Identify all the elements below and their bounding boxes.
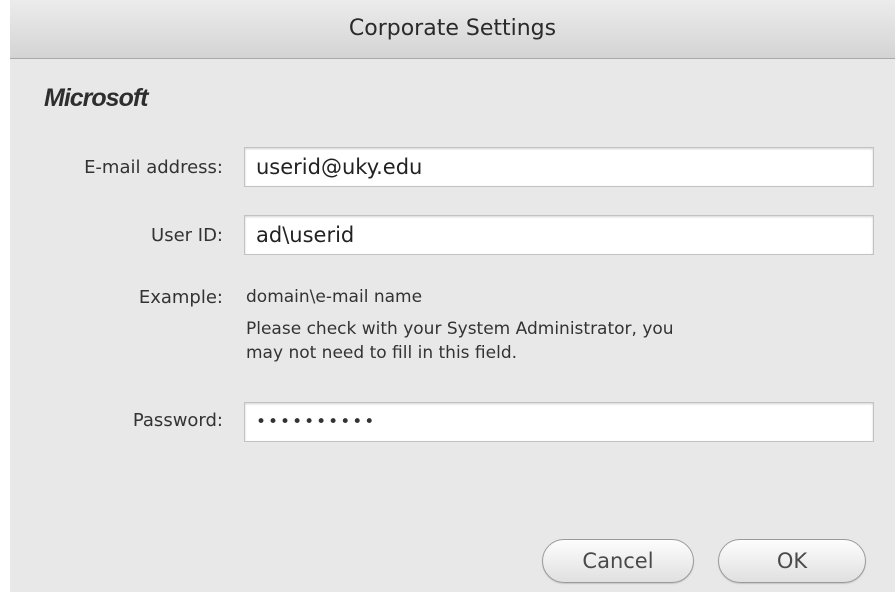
email-field[interactable]: [244, 147, 874, 187]
example-label: Example:: [138, 287, 223, 308]
ok-button[interactable]: OK: [718, 539, 866, 583]
email-label: E-mail address:: [84, 157, 223, 178]
admin-note-line-2: may not need to fill in this field.: [246, 343, 518, 363]
password-label: Password:: [132, 410, 223, 431]
password-field[interactable]: [244, 402, 874, 442]
window-title: Corporate Settings: [10, 0, 895, 59]
cancel-button[interactable]: Cancel: [542, 539, 694, 583]
microsoft-logo: Microsoft: [44, 84, 148, 112]
example-text: domain\e-mail name: [246, 287, 423, 307]
userid-field[interactable]: [244, 215, 874, 255]
admin-note-line-1: Please check with your System Administra…: [246, 319, 674, 339]
userid-label: User ID:: [151, 225, 223, 246]
corporate-settings-dialog: Corporate Settings Microsoft E-mail addr…: [10, 0, 895, 592]
